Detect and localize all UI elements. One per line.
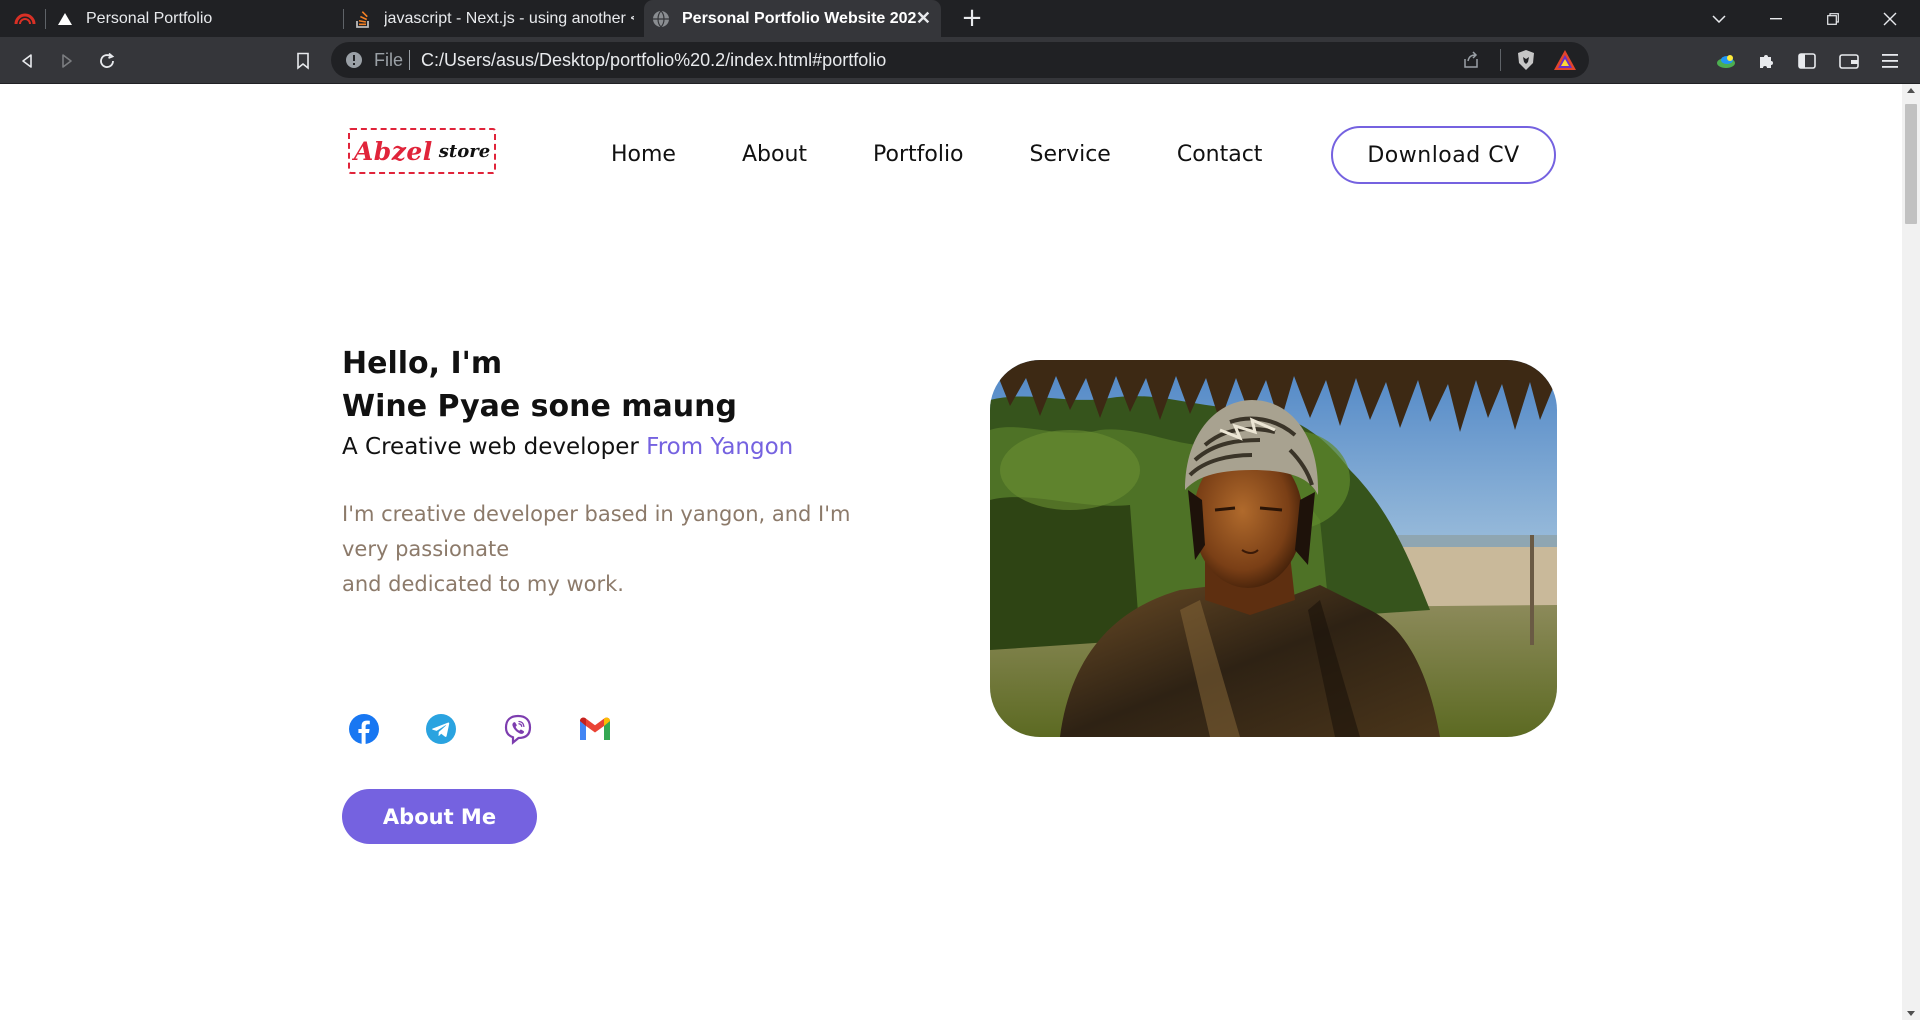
viber-icon[interactable] — [501, 712, 535, 746]
forward-icon[interactable] — [53, 47, 81, 75]
reload-icon[interactable] — [93, 47, 121, 75]
wallet-icon[interactable] — [1835, 47, 1863, 75]
address-bar[interactable]: File C:/Users/asus/Desktop/portfolio%20.… — [331, 42, 1589, 78]
scheme-divider — [409, 50, 410, 70]
about-me-button[interactable]: About Me — [342, 789, 537, 844]
tab-search-dropdown-icon[interactable] — [1691, 0, 1747, 37]
bookmark-icon[interactable] — [289, 47, 317, 75]
file-scheme-label: File — [374, 50, 404, 70]
profile-photo — [990, 360, 1557, 737]
page-scrollbar[interactable] — [1902, 84, 1920, 1020]
tab-separator — [45, 9, 46, 29]
nav-about[interactable]: About — [742, 142, 807, 167]
nav-contact[interactable]: Contact — [1177, 142, 1263, 167]
tab-title: javascript - Next.js - using another <di — [384, 9, 634, 27]
logo-word-abzel: Abzel — [353, 136, 433, 166]
close-tab-icon[interactable]: ✕ — [916, 8, 931, 29]
description-line-1: I'm creative developer based in yangon, … — [342, 502, 851, 561]
portrait-illustration — [990, 360, 1557, 737]
brave-shields-icon[interactable] — [1515, 49, 1537, 71]
url-text[interactable]: C:/Users/asus/Desktop/portfolio%20.2/ind… — [421, 50, 886, 71]
social-links — [347, 712, 655, 746]
gmail-icon[interactable] — [578, 712, 612, 746]
new-tab-button[interactable]: + — [958, 4, 986, 32]
minimize-window-icon[interactable] — [1748, 0, 1804, 37]
site-logo[interactable]: Abzel store — [348, 128, 496, 174]
share-icon[interactable] — [1461, 50, 1481, 70]
telegram-icon[interactable] — [424, 712, 458, 746]
logo-word-store: store — [438, 140, 491, 162]
browser-menu-icon[interactable] — [1876, 47, 1904, 75]
scroll-up-icon[interactable] — [1907, 88, 1915, 93]
close-window-icon[interactable] — [1862, 0, 1918, 37]
hero-greeting: Hello, I'm — [342, 346, 503, 381]
site-info-icon[interactable] — [345, 51, 363, 69]
tab-title: Personal Portfolio — [86, 9, 213, 27]
facebook-icon[interactable] — [347, 712, 381, 746]
browser-toolbar: File C:/Users/asus/Desktop/portfolio%20.… — [0, 37, 1920, 84]
triangle-favicon-icon — [56, 10, 74, 28]
omnibox-divider — [1500, 49, 1501, 71]
nav-portfolio[interactable]: Portfolio — [873, 142, 964, 167]
extensions-puzzle-icon[interactable] — [1752, 47, 1780, 75]
tab-title: Personal Portfolio Website 2022 — [682, 9, 916, 27]
tab-separator — [343, 9, 344, 29]
scroll-down-icon[interactable] — [1907, 1011, 1915, 1016]
role-prefix: A Creative web developer — [342, 434, 639, 460]
tab-personal-portfolio[interactable]: Personal Portfolio — [56, 0, 341, 37]
globe-favicon-icon — [652, 10, 670, 28]
sidebar-toggle-icon[interactable] — [1793, 47, 1821, 75]
description-line-2: and dedicated to my work. — [342, 572, 624, 596]
extension-wallet-icon[interactable] — [1712, 47, 1740, 75]
browser-menu-icon[interactable] — [14, 11, 36, 25]
nav-service[interactable]: Service — [1030, 142, 1111, 167]
scrollbar-thumb[interactable] — [1905, 104, 1917, 224]
main-nav: Home About Portfolio Service Contact — [611, 142, 1328, 167]
back-icon[interactable] — [13, 47, 41, 75]
page-viewport: Abzel store Home About Portfolio Service… — [0, 84, 1902, 1020]
brave-rewards-icon[interactable] — [1553, 49, 1577, 71]
tab-personal-portfolio-website[interactable]: Personal Portfolio Website 2022 ✕ — [644, 0, 941, 37]
hero-description: I'm creative developer based in yangon, … — [342, 497, 862, 602]
nav-home[interactable]: Home — [611, 142, 676, 167]
role-accent: From Yangon — [646, 434, 794, 460]
restore-window-icon[interactable] — [1805, 0, 1861, 37]
stackoverflow-favicon-icon — [354, 10, 372, 28]
hero-role: A Creative web developer From Yangon — [342, 434, 793, 460]
browser-tab-strip: Personal Portfolio javascript - Next.js … — [0, 0, 1920, 37]
download-cv-button[interactable]: Download CV — [1331, 126, 1556, 184]
tab-stackoverflow[interactable]: javascript - Next.js - using another <di — [354, 0, 634, 37]
hero-name: Wine Pyae sone maung — [342, 389, 737, 424]
